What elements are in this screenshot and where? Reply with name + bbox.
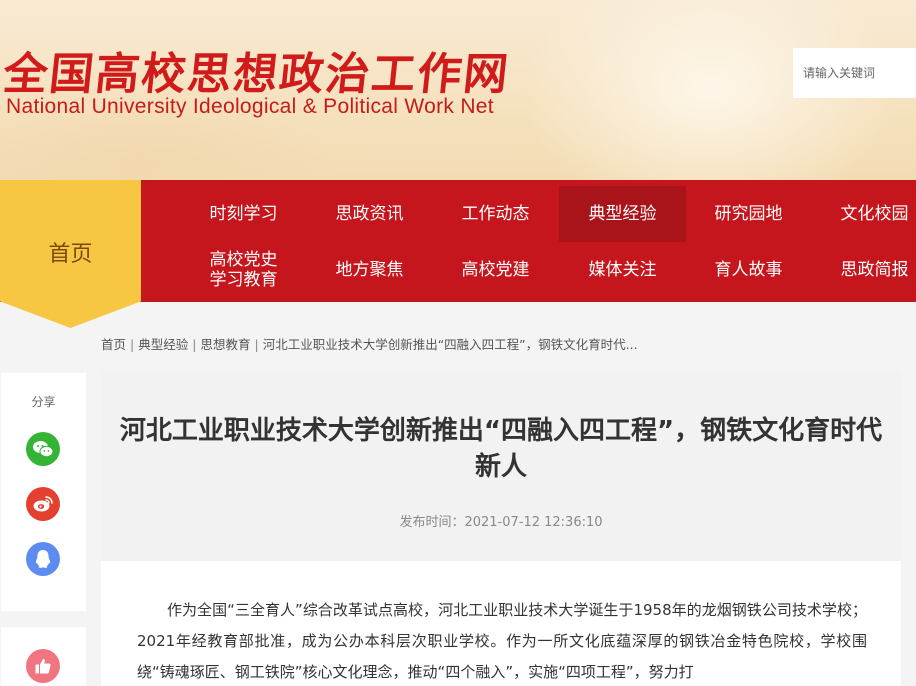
- article-title: 河北工业职业技术大学创新推出“四融入四工程”，钢铁文化育时代新人: [119, 416, 883, 482]
- nav-item-difangjujiao[interactable]: 地方聚焦: [306, 242, 433, 298]
- weibo-icon: [33, 496, 53, 512]
- share-qq-button[interactable]: [26, 542, 60, 576]
- nav-item-gongzuodongtai[interactable]: 工作动态: [432, 186, 559, 242]
- breadcrumb-home[interactable]: 首页: [101, 337, 126, 352]
- breadcrumb-current: 河北工业职业技术大学创新推出“四融入四工程”，钢铁文化育时代...: [262, 337, 638, 352]
- breadcrumb-dianxingjingyan[interactable]: 典型经验: [138, 337, 188, 352]
- breadcrumb: 首页 | 典型经验 | 思想教育 | 河北工业职业技术大学创新推出“四融入四工程”，钢铁文化…: [101, 334, 638, 353]
- nav-item-wenhuaxiaoyuan[interactable]: 文化校园: [811, 186, 916, 242]
- nav-item-dianxingjingyan[interactable]: 典型经验: [559, 186, 686, 242]
- nav-item-gaoxiaodangshi[interactable]: 高校党史 学习教育: [180, 242, 307, 298]
- breadcrumb-sixiangjiaoyu[interactable]: 思想教育: [200, 337, 250, 352]
- article-header: 河北工业职业技术大学创新推出“四融入四工程”，钢铁文化育时代新人 发布时间：20…: [101, 373, 901, 561]
- qq-icon: [35, 550, 51, 568]
- share-weibo-button[interactable]: [26, 487, 60, 521]
- wechat-icon: [33, 441, 54, 458]
- like-button[interactable]: [26, 649, 60, 683]
- nav-item-gaoxiaodangjian[interactable]: 高校党建: [432, 242, 559, 298]
- breadcrumb-separator: |: [254, 337, 259, 352]
- breadcrumb-separator: |: [192, 337, 197, 352]
- article-body: 作为全国“三全育人”综合改革试点高校，河北工业职业技术大学诞生于1958年的龙烟…: [101, 561, 901, 686]
- nav-home[interactable]: 首页: [0, 180, 141, 328]
- publish-time: 发布时间：2021-07-12 12:36:10: [399, 515, 603, 530]
- article-paragraph: 作为全国“三全育人”综合改革试点高校，河北工业职业技术大学诞生于1958年的龙烟…: [137, 601, 867, 681]
- site-logo-chinese[interactable]: 全国高校思想政治工作网: [1, 38, 514, 102]
- nav-item-yanjiuyuandi[interactable]: 研究园地: [685, 186, 812, 242]
- share-label: 分享: [31, 395, 56, 409]
- share-panel: 分享: [1, 373, 86, 611]
- nav-item-shikexuexi[interactable]: 时刻学习: [180, 186, 307, 242]
- share-wechat-button[interactable]: [26, 432, 60, 466]
- nav-item-meitiguanzhu[interactable]: 媒体关注: [559, 242, 686, 298]
- nav-item-sizhengjianbao[interactable]: 思政简报: [811, 242, 916, 298]
- search-input[interactable]: [793, 48, 916, 98]
- site-logo-english[interactable]: National University Ideological & Politi…: [6, 95, 494, 119]
- thumbs-up-icon: [35, 658, 51, 674]
- breadcrumb-separator: |: [130, 337, 135, 352]
- like-panel: [1, 627, 86, 686]
- site-header: 全国高校思想政治工作网 National University Ideologi…: [0, 0, 916, 180]
- nav-item-yurengushi[interactable]: 育人故事: [685, 242, 812, 298]
- nav-item-sizhengzixun[interactable]: 思政资讯: [306, 186, 433, 242]
- nav-home-label: 首页: [48, 242, 93, 267]
